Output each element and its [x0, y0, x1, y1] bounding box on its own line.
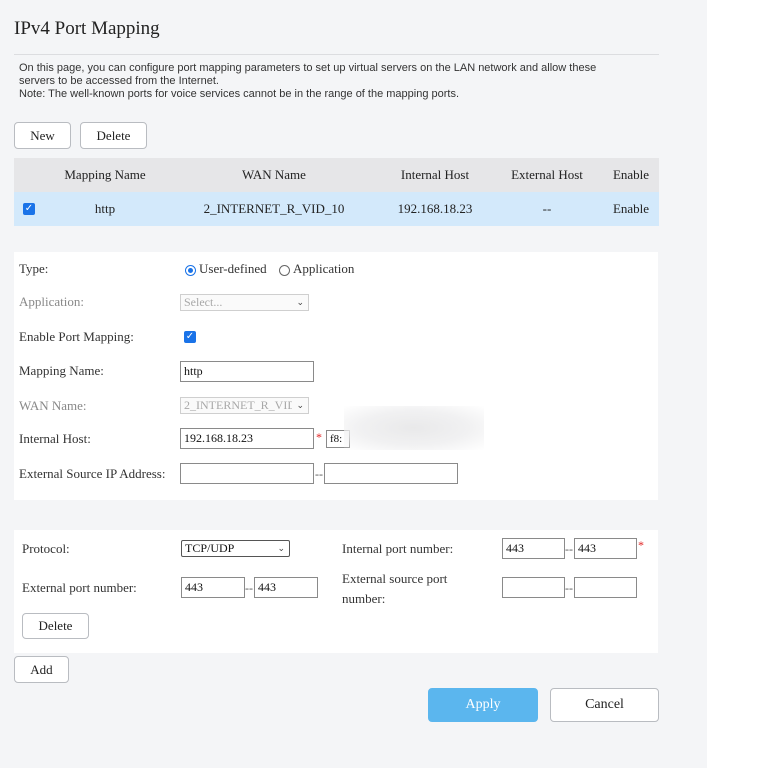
internal-host-label: Internal Host:	[19, 431, 91, 446]
description-line: On this page, you can configure port map…	[19, 62, 597, 74]
wan-name-label: WAN Name:	[19, 398, 87, 413]
page-title: IPv4 Port Mapping	[14, 18, 160, 39]
port-mapping-page: IPv4 Port Mapping On this page, you can …	[0, 0, 707, 768]
apply-button[interactable]: Apply	[428, 688, 538, 722]
external-source-port-label-line: number:	[342, 591, 386, 606]
external-port-label: External port number:	[22, 580, 137, 595]
description-line: Note: The well-known ports for voice ser…	[19, 88, 460, 100]
description-line: servers to be accessed from the Internet…	[19, 75, 219, 87]
delete-mapping-button[interactable]: Delete	[80, 122, 147, 149]
title-divider	[14, 54, 659, 55]
enable-port-mapping-checkbox[interactable]: ✓	[184, 331, 196, 343]
application-select: Select... ⌄	[180, 294, 309, 311]
chevron-down-icon: ⌄	[296, 297, 304, 308]
type-option-application: Application	[293, 261, 355, 276]
wan-name-select-value: 2_INTERNET_R_VID_10	[184, 398, 292, 412]
range-separator: --	[245, 581, 253, 595]
range-separator: --	[565, 542, 573, 556]
protocol-select[interactable]: TCP/UDP ⌄	[181, 540, 290, 557]
mapping-name-input[interactable]: http	[180, 361, 314, 382]
type-radio-user-defined[interactable]: User-defined	[185, 261, 267, 277]
external-source-ip-label: External Source IP Address:	[19, 466, 166, 481]
internal-port-start-input[interactable]: 443	[502, 538, 565, 559]
row-enable: Enable	[612, 201, 650, 216]
required-marker: *	[316, 430, 322, 444]
application-label: Application:	[19, 294, 84, 309]
required-marker: *	[638, 538, 644, 552]
external-source-port-start-input[interactable]	[502, 577, 565, 598]
internal-host-input[interactable]: 192.168.18.23	[180, 428, 314, 449]
type-option-user-defined: User-defined	[199, 261, 267, 276]
row-wan-name: 2_INTERNET_R_VID_10	[203, 201, 345, 216]
row-internal-host: 192.168.18.23	[397, 201, 473, 216]
external-source-port-label-line: External source port	[342, 571, 448, 586]
add-button[interactable]: Add	[14, 656, 69, 683]
row-mapping-name: http	[94, 201, 116, 216]
cancel-button[interactable]: Cancel	[550, 688, 659, 722]
table-row[interactable]: ✓ http 2_INTERNET_R_VID_10 192.168.18.23…	[14, 192, 659, 226]
new-button[interactable]: New	[14, 122, 71, 149]
mapping-name-label: Mapping Name:	[19, 363, 104, 378]
column-header-mapping-name: Mapping Name	[64, 167, 146, 182]
internal-port-label: Internal port number:	[342, 541, 454, 556]
external-source-port-end-input[interactable]	[574, 577, 637, 598]
external-source-ip-end-input[interactable]	[324, 463, 458, 484]
radio-selected-icon	[185, 264, 196, 276]
application-select-value: Select...	[184, 295, 223, 309]
radio-unselected-icon	[279, 264, 290, 276]
external-source-ip-start-input[interactable]	[180, 463, 314, 484]
checkmark-icon: ✓	[184, 331, 196, 343]
external-port-end-input[interactable]: 443	[254, 577, 318, 598]
external-port-start-input[interactable]: 443	[181, 577, 245, 598]
column-header-wan-name: WAN Name	[242, 167, 306, 182]
protocol-label: Protocol:	[22, 541, 70, 556]
range-separator: --	[315, 467, 323, 481]
protocol-select-value: TCP/UDP	[185, 541, 235, 555]
range-separator: --	[565, 581, 573, 595]
row-external-host: --	[542, 201, 552, 216]
internal-port-end-input[interactable]: 443	[574, 538, 637, 559]
wan-name-select: 2_INTERNET_R_VID_10 ⌄	[180, 397, 309, 414]
column-header-external-host: External Host	[511, 167, 583, 182]
external-source-port-label: External source port number:	[342, 569, 447, 609]
row-checkbox[interactable]: ✓	[22, 192, 36, 226]
type-radio-application[interactable]: Application	[279, 261, 354, 277]
column-header-internal-host: Internal Host	[400, 167, 470, 182]
column-header-enable: Enable	[612, 167, 650, 182]
chevron-down-icon: ⌄	[296, 400, 304, 411]
type-label: Type:	[19, 261, 49, 276]
delete-port-button[interactable]: Delete	[22, 613, 89, 639]
chevron-down-icon: ⌄	[277, 543, 285, 554]
blurred-region	[344, 406, 484, 450]
checkmark-icon: ✓	[23, 203, 35, 215]
enable-port-mapping-label: Enable Port Mapping:	[19, 329, 134, 344]
page-description: On this page, you can configure port map…	[19, 62, 649, 101]
table-header: Mapping Name WAN Name Internal Host Exte…	[14, 158, 659, 192]
